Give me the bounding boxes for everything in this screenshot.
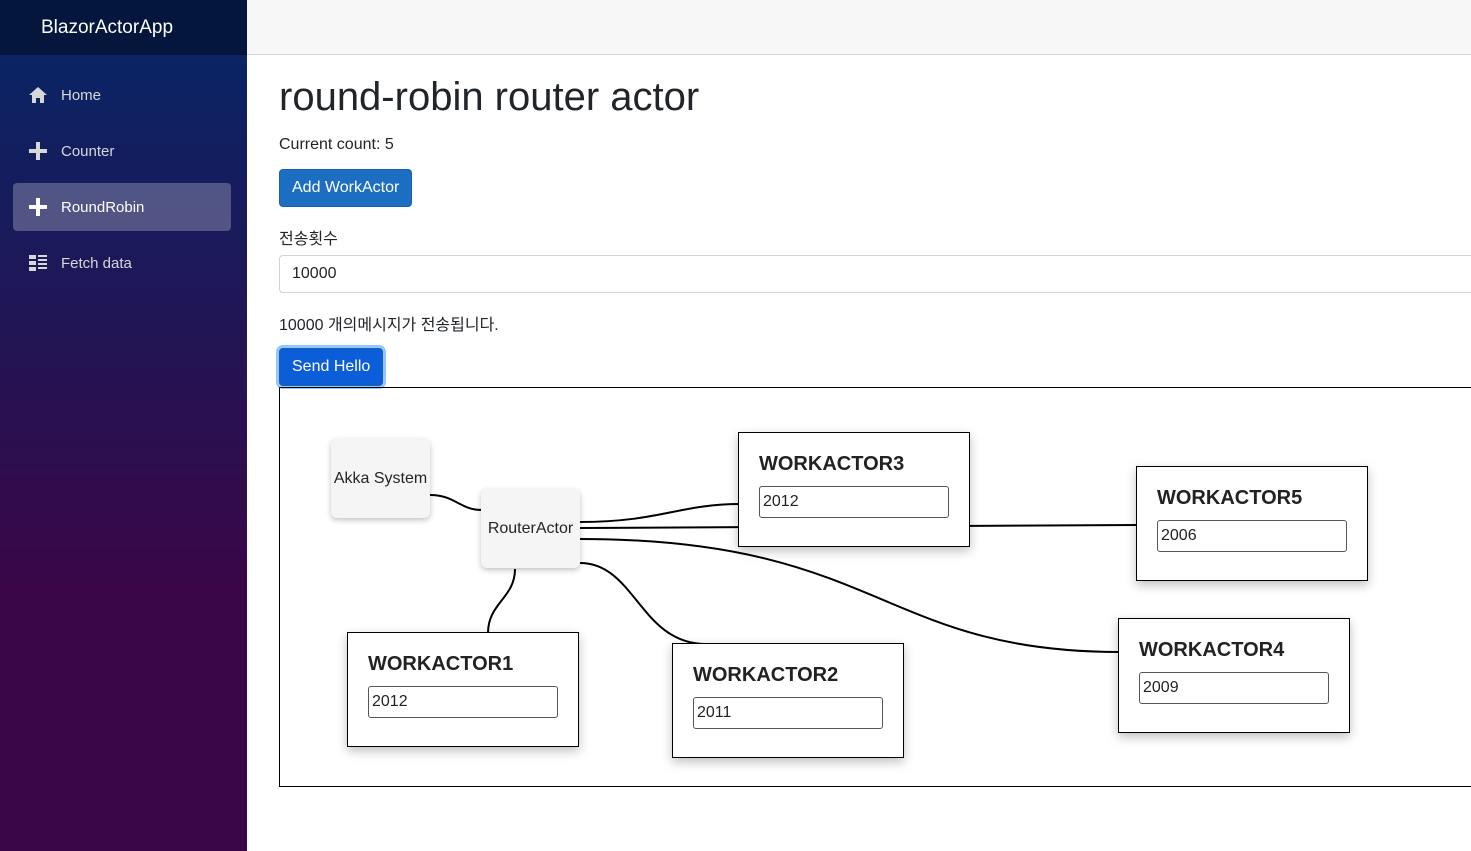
link-router-workactor2 bbox=[579, 562, 706, 645]
sidebar-item-roundrobin[interactable]: RoundRobin bbox=[13, 183, 231, 231]
workactor-value-field[interactable]: 2012 bbox=[759, 486, 949, 518]
sidebar-item-fetch-data[interactable]: Fetch data bbox=[13, 239, 231, 287]
workactor-node-1[interactable]: WORKACTOR1 2012 bbox=[347, 632, 579, 747]
send-message-text: 10000 개의메시지가 전송됩니다. bbox=[279, 317, 499, 334]
workactor-node-5[interactable]: WORKACTOR5 2006 bbox=[1136, 466, 1368, 581]
link-router-workactor4 bbox=[579, 538, 1121, 653]
plus-icon bbox=[29, 142, 47, 160]
workactor-value-field[interactable]: 2009 bbox=[1139, 672, 1329, 704]
workactor-title: WORKACTOR2 bbox=[693, 664, 839, 686]
current-count: Current count: 5 bbox=[279, 136, 394, 153]
list-icon bbox=[29, 255, 47, 271]
sidebar-item-home[interactable]: Home bbox=[13, 71, 231, 119]
akka-system-node[interactable]: Akka System bbox=[331, 439, 430, 518]
page-title: round-robin router actor bbox=[279, 75, 700, 119]
workactor-node-3[interactable]: WORKACTOR3 2012 bbox=[738, 432, 970, 547]
workactor-title: WORKACTOR1 bbox=[368, 653, 514, 675]
link-akka-router bbox=[429, 494, 483, 511]
actor-diagram: Akka System RouterActor WORKACTOR1 2012 … bbox=[279, 387, 1471, 787]
sidebar-item-label: Fetch data bbox=[61, 254, 132, 272]
send-count-input[interactable] bbox=[279, 255, 1471, 293]
sidebar: BlazorActorApp Home Counter RoundRobin F… bbox=[0, 0, 247, 851]
sidebar-item-label: Home bbox=[61, 86, 102, 104]
top-bar bbox=[247, 0, 1471, 55]
plus-icon bbox=[29, 198, 47, 216]
link-router-workactor3 bbox=[579, 503, 741, 523]
send-count-label: 전송횟수 bbox=[279, 231, 338, 248]
app-brand[interactable]: BlazorActorApp bbox=[0, 0, 247, 55]
sidebar-item-label: Counter bbox=[61, 142, 115, 160]
workactor-title: WORKACTOR4 bbox=[1139, 639, 1285, 661]
router-actor-node[interactable]: RouterActor bbox=[481, 489, 580, 568]
workactor-title: WORKACTOR3 bbox=[759, 453, 905, 475]
workactor-value-field[interactable]: 2012 bbox=[368, 686, 558, 718]
workactor-node-2[interactable]: WORKACTOR2 2011 bbox=[672, 643, 904, 758]
workactor-value-field[interactable]: 2006 bbox=[1157, 520, 1347, 552]
nav-menu: Home Counter RoundRobin Fetch data bbox=[0, 55, 247, 287]
sidebar-item-label: RoundRobin bbox=[61, 198, 145, 216]
workactor-node-4[interactable]: WORKACTOR4 2009 bbox=[1118, 618, 1350, 733]
send-hello-button[interactable]: Send Hello bbox=[279, 348, 384, 386]
sidebar-item-counter[interactable]: Counter bbox=[13, 127, 231, 175]
workactor-title: WORKACTOR5 bbox=[1157, 487, 1303, 509]
main-content: round-robin router actor Current count: … bbox=[279, 55, 1471, 386]
workactor-value-field[interactable]: 2011 bbox=[693, 697, 883, 729]
add-workactor-button[interactable]: Add WorkActor bbox=[279, 169, 413, 207]
home-icon bbox=[29, 87, 47, 103]
link-router-workactor1 bbox=[487, 568, 516, 634]
